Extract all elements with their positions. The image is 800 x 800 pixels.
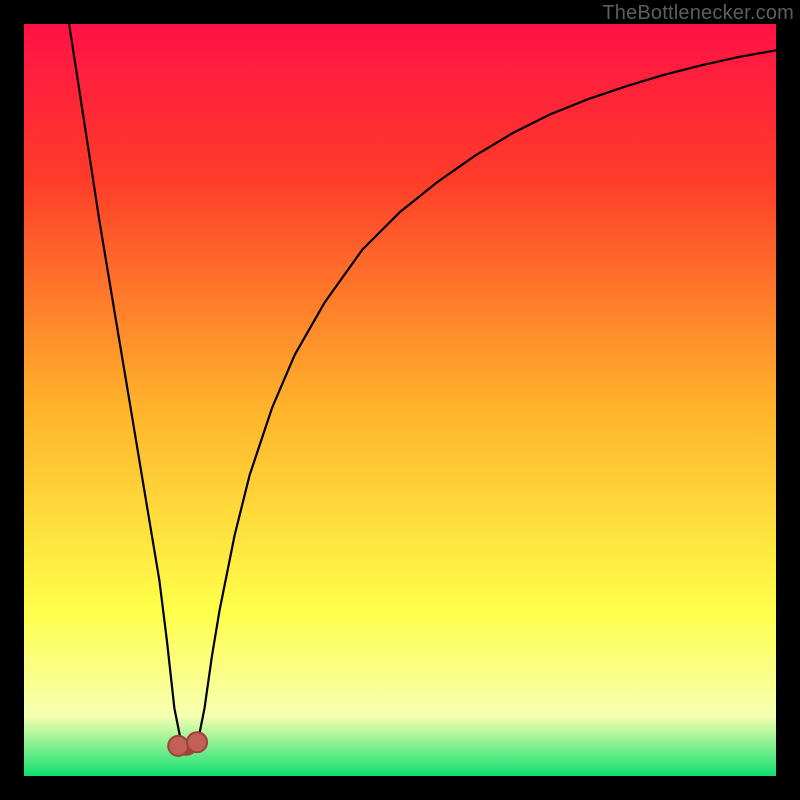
chart-frame: [24, 24, 776, 776]
bottleneck-plot: [24, 24, 776, 776]
gradient-background: [24, 24, 776, 776]
curve-marker-1: [187, 732, 207, 752]
watermark-text: TheBottlenecker.com: [602, 2, 794, 25]
curve-marker-0: [168, 736, 188, 756]
